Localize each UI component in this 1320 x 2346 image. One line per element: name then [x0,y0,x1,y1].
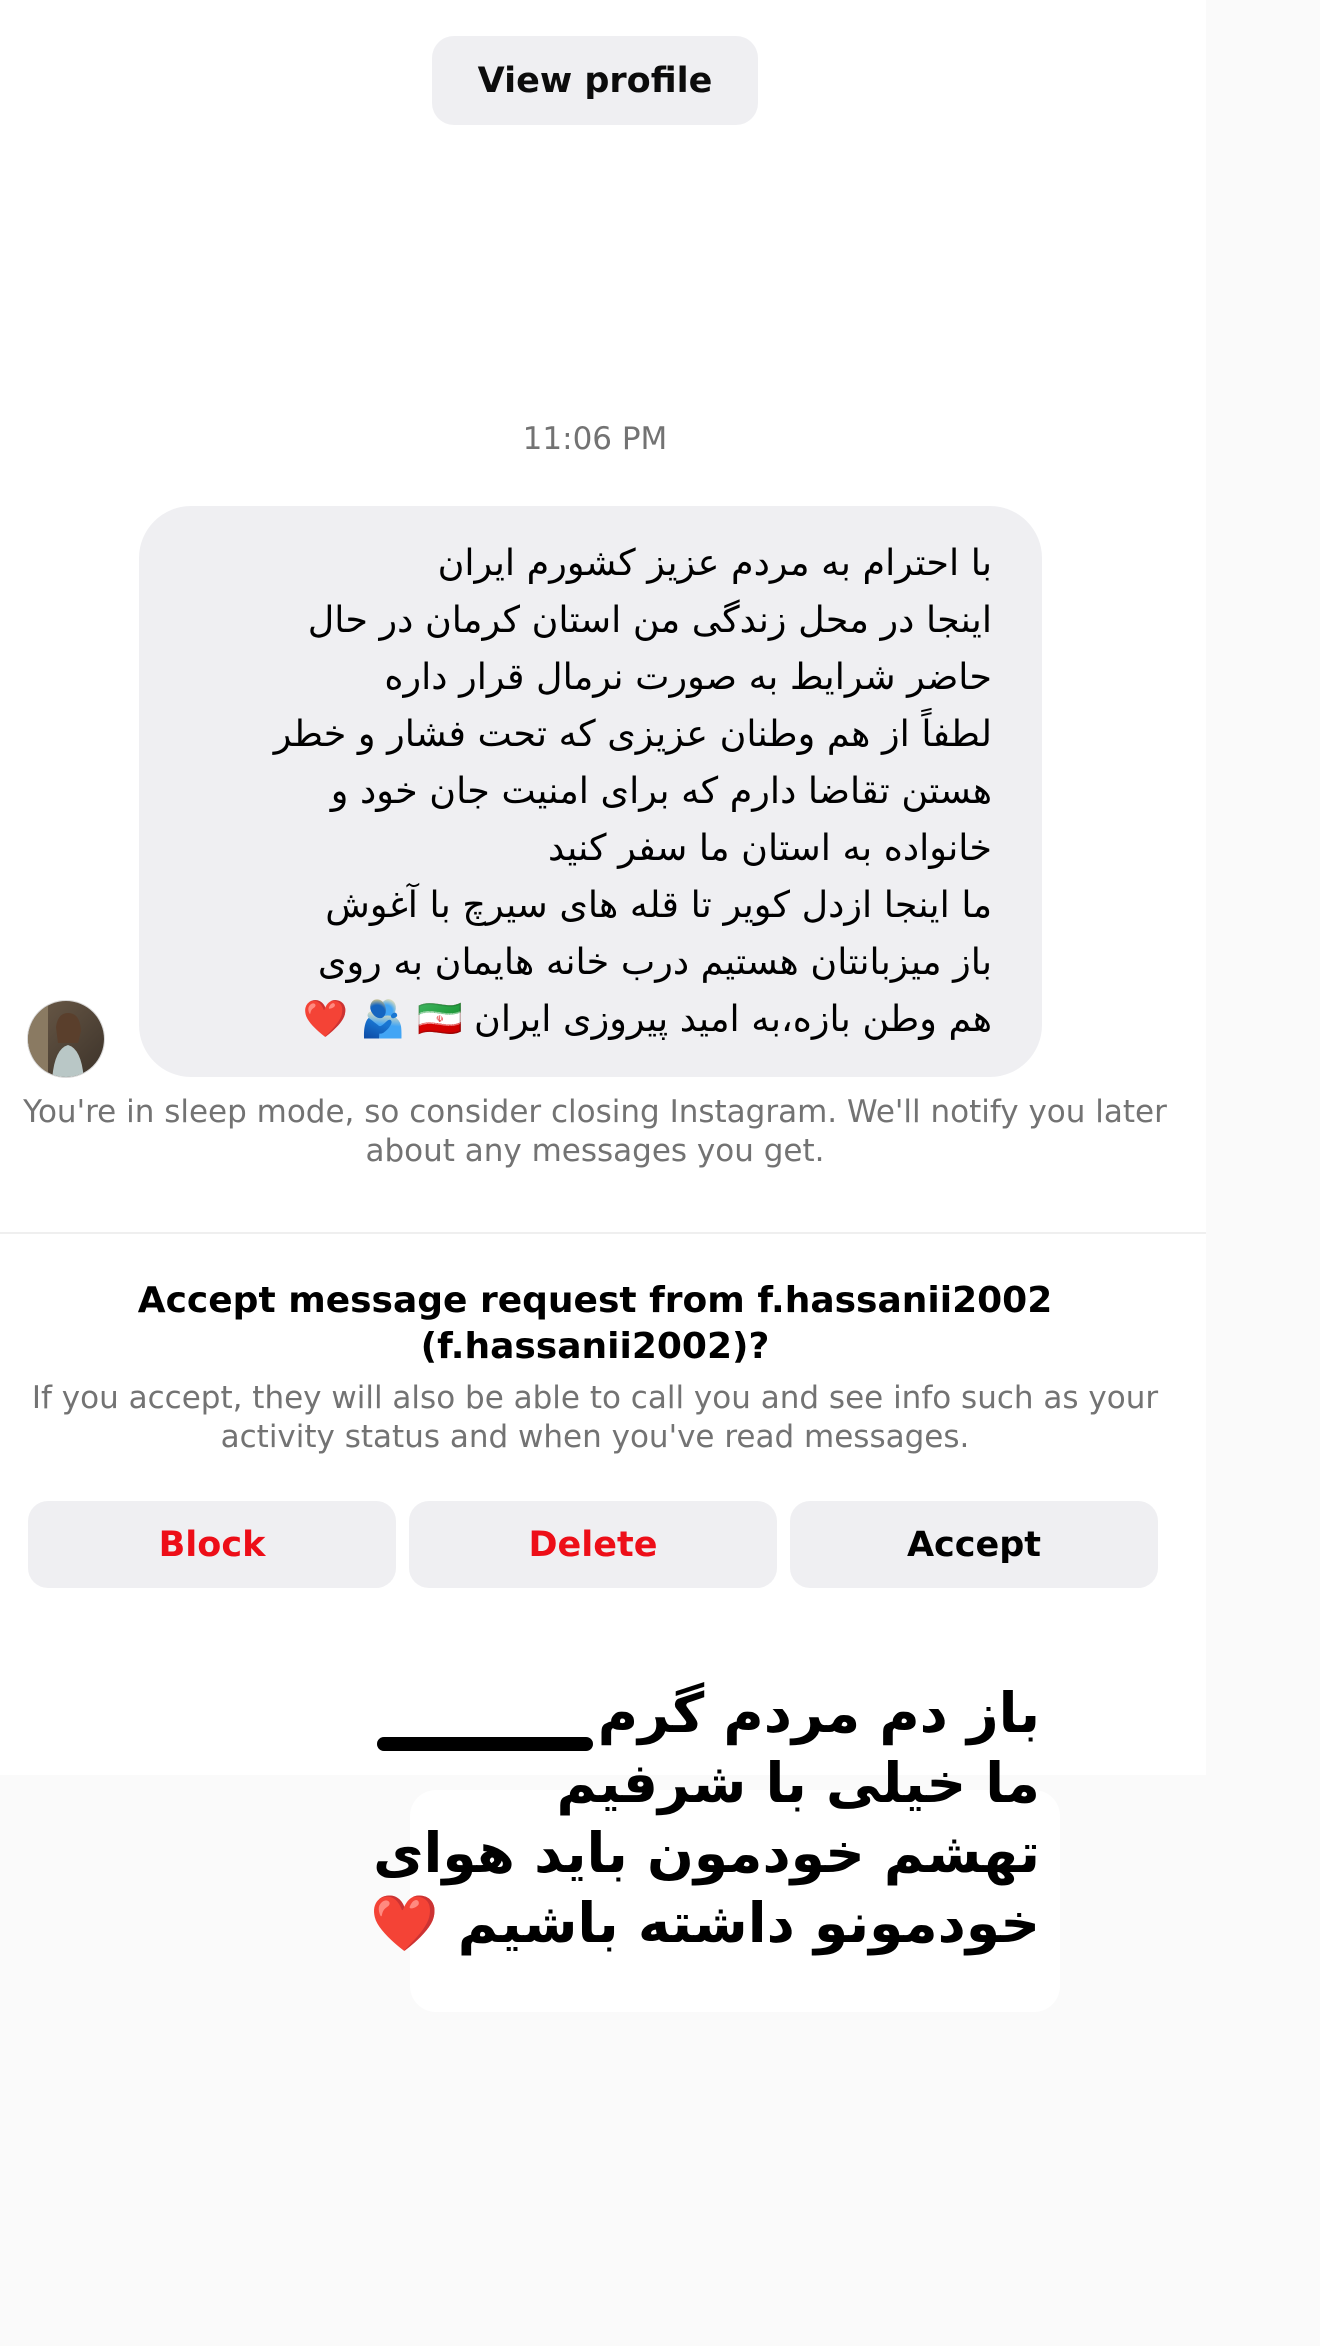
accept-button[interactable]: Accept [790,1501,1158,1588]
message-bubble[interactable]: با احترام به مردم عزیز کشورم ایران اینجا… [139,506,1042,1077]
divider [0,1232,1206,1234]
overlay-caption: باز دم مردم گرم ما خیلی با شرفیم تهشم خو… [370,1678,1040,1958]
view-profile-button[interactable]: View profile [432,36,758,125]
message-line: خانواده به استان ما سفر کنید [547,826,992,869]
request-description: If you accept, they will also be able to… [31,1380,1159,1455]
message-line: با احترام به مردم عزیز کشورم ایران [437,541,992,584]
message-line: هستن تقاضا دارم که برای امنیت جان خود و [330,769,992,812]
delete-button[interactable]: Delete [409,1501,777,1588]
message-line: ما اینجا ازدل کویر تا قله های سیرچ با آغ… [325,883,992,926]
message-line: باز میزبانتان هستیم درب خانه هایمان به ر… [317,940,992,983]
message-line: هم وطن بازه،به امید پیروزی ایران 🇮🇷 🫂 ❤️ [302,997,992,1040]
message-line: لطفاً از هم وطنان عزیزی که تحت فشار و خط… [273,712,992,755]
message-timestamp: 11:06 PM [522,421,668,457]
avatar-photo-icon [28,1001,104,1077]
caption-line: خودمونو داشته باشیم ❤️ [370,1891,1040,1955]
message-line: حاضر شرایط به صورت نرمال قرار داره [384,655,992,698]
caption-line: ما خیلی با شرفیم [556,1751,1040,1815]
request-title: Accept message request from f.hassanii20… [137,1280,1053,1367]
sleep-mode-notice: You're in sleep mode, so consider closin… [23,1094,1167,1169]
message-text: با احترام به مردم عزیز کشورم ایران اینجا… [173,534,992,1047]
caption-line: تهشم خودمون باید هوای [373,1821,1040,1885]
sender-avatar[interactable] [27,1000,105,1078]
block-button[interactable]: Block [28,1501,396,1588]
message-line: اینجا در محل زندگی من استان کرمان در حال [307,598,992,641]
caption-line: باز دم مردم گرم [597,1681,1040,1745]
